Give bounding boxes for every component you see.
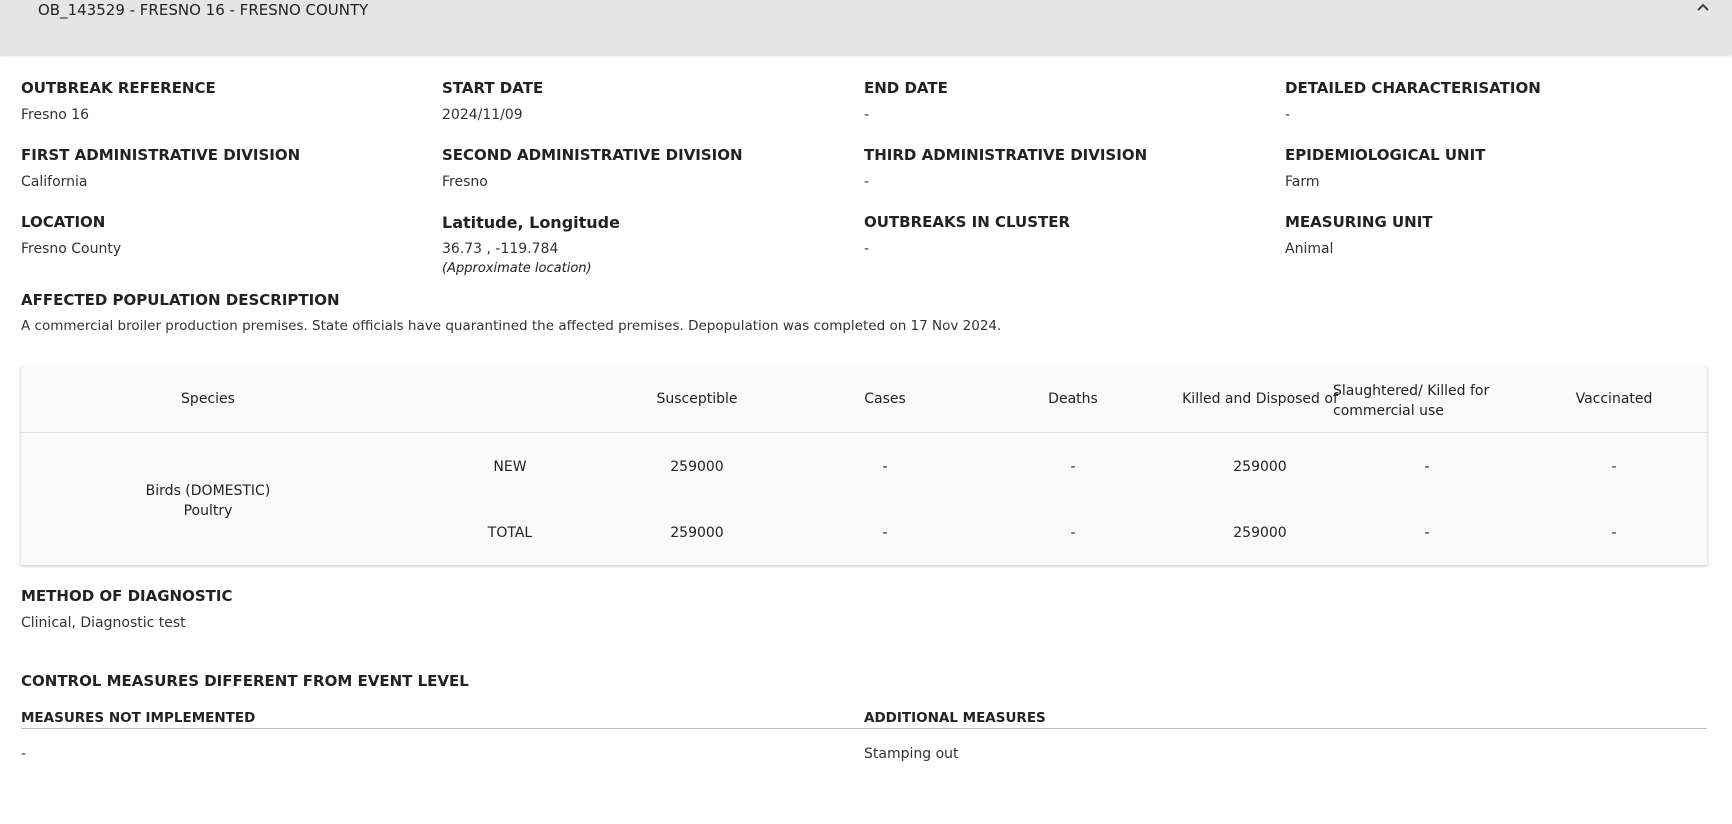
measures-divider (21, 728, 1707, 729)
epidemiological-unit-value: Farm (1285, 174, 1320, 190)
diagnostic-value: Clinical, Diagnostic test (21, 615, 186, 631)
outbreak-title: OB_143529 - FRESNO 16 - FRESNO COUNTY (38, 1, 369, 19)
additional-measures-label: ADDITIONAL MEASURES (864, 710, 1046, 726)
row-total-slaughtered: - (1424, 525, 1430, 541)
diagnostic-label: METHOD OF DIAGNOSTIC (21, 587, 233, 605)
outbreak-reference-label: OUTBREAK REFERENCE (21, 79, 216, 97)
outbreak-header[interactable]: OB_143529 - FRESNO 16 - FRESNO COUNTY (0, 0, 1732, 55)
third-admin-division-value: - (864, 174, 870, 190)
row-new-vaccinated: - (1611, 459, 1617, 475)
end-date-label: END DATE (864, 79, 948, 97)
third-admin-division-label: THIRD ADMINISTRATIVE DIVISION (864, 146, 1148, 164)
first-admin-division-value: California (21, 174, 88, 190)
start-date-label: START DATE (442, 79, 544, 97)
table-header-divider (21, 432, 1707, 433)
measuring-unit-value: Animal (1285, 241, 1334, 257)
end-date-value: - (864, 107, 870, 123)
lat-long-value: 36.73 , -119.784 (442, 241, 559, 257)
additional-measures-value: Stamping out (864, 746, 959, 762)
measuring-unit-label: MEASURING UNIT (1285, 213, 1433, 231)
vaccinated-header: Vaccinated (1575, 391, 1653, 407)
detailed-characterisation-label: DETAILED CHARACTERISATION (1285, 79, 1541, 97)
outbreak-reference-value: Fresno 16 (21, 107, 90, 123)
affected-population-label: AFFECTED POPULATION DESCRIPTION (21, 291, 340, 309)
row-total-vaccinated: - (1611, 525, 1617, 541)
location-label: LOCATION (21, 213, 106, 231)
second-admin-division-label: SECOND ADMINISTRATIVE DIVISION (442, 146, 743, 164)
chevron-up-icon[interactable] (1692, 0, 1714, 16)
second-admin-division-value: Fresno (442, 174, 488, 190)
measures-not-implemented-label: MEASURES NOT IMPLEMENTED (21, 710, 256, 726)
start-date-value: 2024/11/09 (442, 107, 523, 123)
location-value: Fresno County (21, 241, 122, 257)
species-cell: Birds (DOMESTIC) Poultry (21, 481, 395, 521)
slaughtered-header: Slaughtered/ Killed for commercial use (1333, 381, 1489, 421)
first-admin-division-label: FIRST ADMINISTRATIVE DIVISION (21, 146, 301, 164)
control-measures-label: CONTROL MEASURES DIFFERENT FROM EVENT LE… (21, 672, 469, 690)
slaughtered-header-line1: Slaughtered/ Killed for (1333, 383, 1490, 399)
species-header: Species (181, 391, 235, 407)
measures-not-implemented-value: - (21, 746, 27, 762)
species-name: Birds (DOMESTIC) (145, 483, 271, 499)
slaughtered-header-line2: commercial use (1333, 403, 1444, 419)
epidemiological-unit-label: EPIDEMIOLOGICAL UNIT (1285, 146, 1486, 164)
species-category: Poultry (183, 503, 233, 519)
species-table: Species Susceptible Cases Deaths Killed … (21, 367, 1707, 565)
affected-population-text: A commercial broiler production premises… (21, 318, 1002, 334)
outbreaks-in-cluster-value: - (864, 241, 870, 257)
outbreaks-in-cluster-label: OUTBREAKS IN CLUSTER (864, 213, 1071, 231)
approximate-location-note: (Approximate location) (442, 261, 592, 276)
lat-long-label: Latitude, Longitude (442, 213, 620, 232)
detailed-characterisation-value: - (1285, 107, 1291, 123)
row-new-slaughtered: - (1424, 459, 1430, 475)
